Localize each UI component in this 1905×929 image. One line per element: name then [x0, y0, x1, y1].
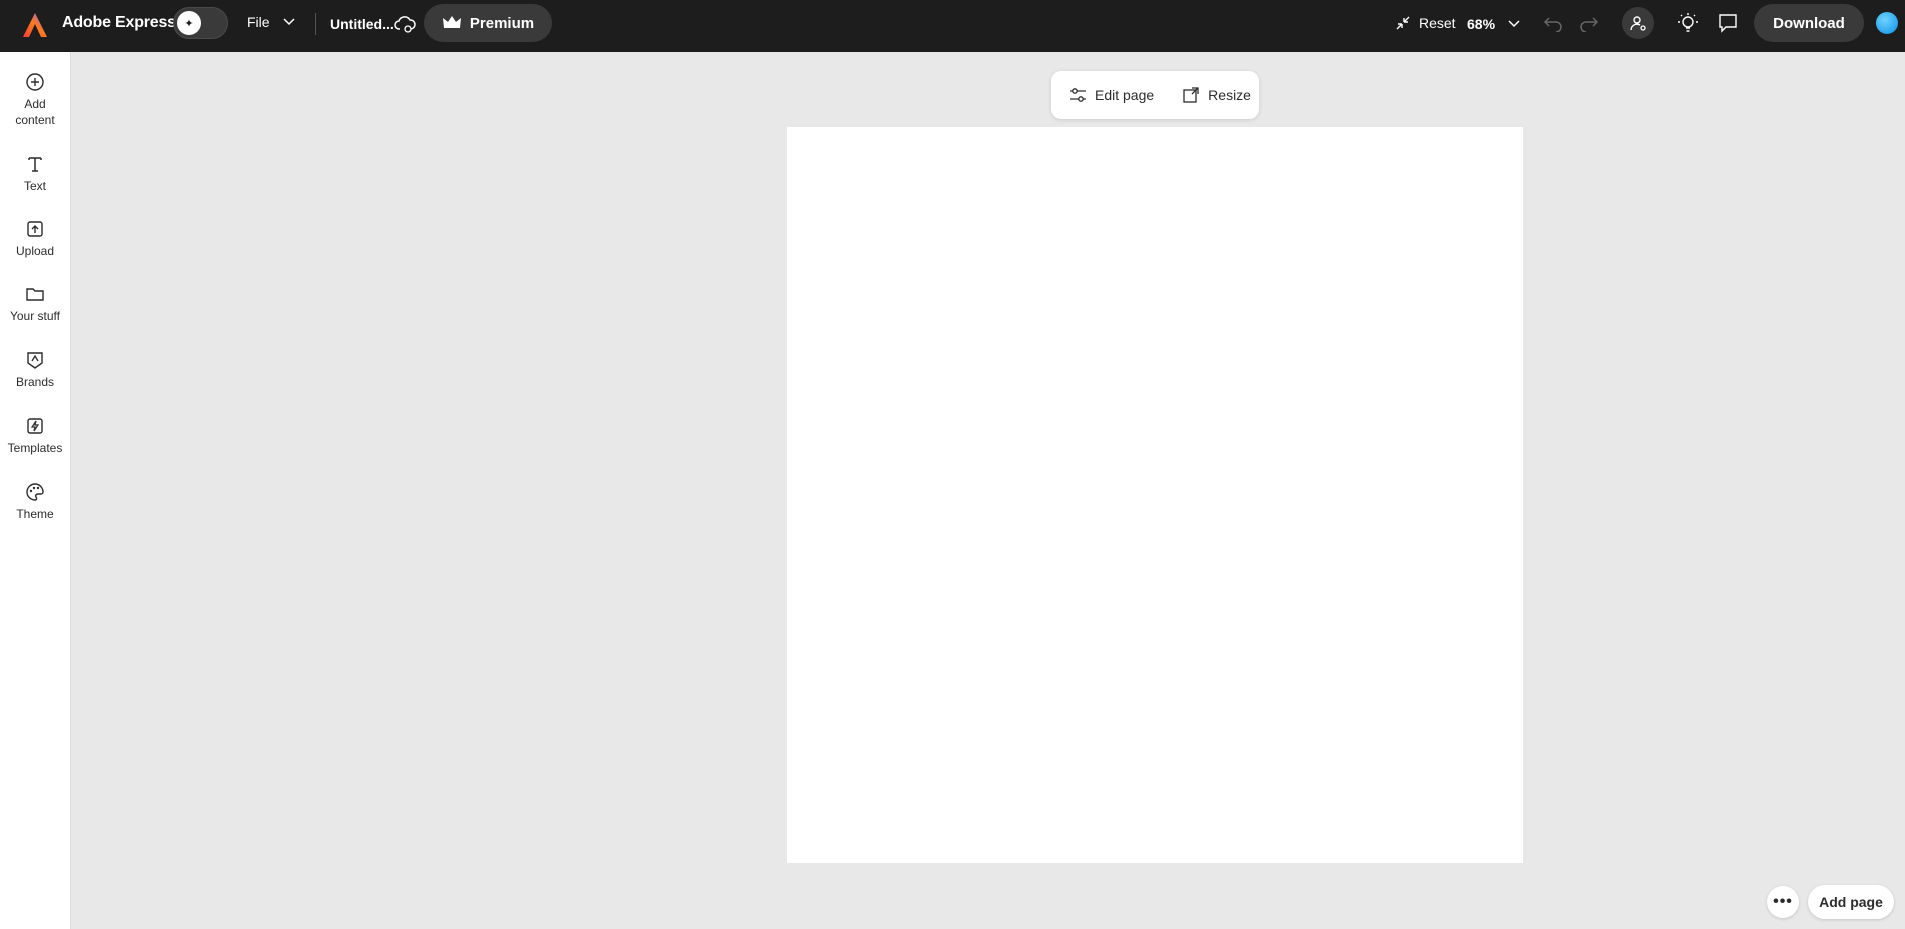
sidebar-item-label: content — [15, 113, 55, 127]
document-title[interactable]: Untitled... — [330, 16, 394, 32]
resize-icon — [1183, 87, 1199, 103]
resize-button[interactable]: Resize — [1182, 86, 1251, 104]
upload-icon — [27, 221, 43, 237]
adobe-express-logo-icon[interactable] — [22, 12, 48, 38]
sidebar-item-label: Brands — [15, 375, 55, 389]
left-rail: Add content Text Upload Your stuff Brand… — [0, 52, 71, 929]
palette-icon — [26, 483, 44, 501]
sidebar-item-theme[interactable]: Theme — [0, 482, 70, 522]
text-icon — [28, 157, 42, 172]
collapse-arrows-icon — [1396, 16, 1410, 30]
reset-label: Reset — [1419, 15, 1456, 31]
sidebar-item-brands[interactable]: Brands — [0, 350, 70, 390]
page-toolbar: Edit page Resize — [1051, 71, 1259, 119]
edit-page-button[interactable]: Edit page — [1069, 87, 1154, 103]
undo-icon[interactable] — [1543, 14, 1563, 32]
chevron-down-icon — [1508, 20, 1520, 28]
crown-icon — [442, 16, 461, 28]
file-menu-button[interactable]: File — [247, 14, 296, 30]
download-button[interactable]: Download — [1754, 4, 1864, 42]
sidebar-item-your-stuff[interactable]: Your stuff — [0, 284, 70, 324]
brand-icon — [27, 352, 43, 369]
top-bar: Adobe Express ✦ File Untitled... Premium… — [0, 0, 1905, 52]
zoom-dropdown[interactable]: 68% — [1467, 16, 1521, 32]
comment-icon[interactable] — [1717, 12, 1739, 34]
reset-zoom-button[interactable]: Reset — [1395, 15, 1456, 31]
sidebar-item-add-content[interactable]: Add content — [0, 72, 70, 128]
premium-button[interactable]: Premium — [424, 4, 552, 42]
sidebar-item-text[interactable]: Text — [0, 154, 70, 194]
canvas-page[interactable] — [787, 127, 1523, 863]
share-button[interactable] — [1622, 7, 1654, 39]
add-page-label: Add page — [1819, 894, 1883, 910]
sidebar-item-label: Add — [24, 97, 46, 111]
templates-icon — [27, 418, 43, 434]
sliders-icon — [1070, 88, 1086, 102]
premium-label: Premium — [469, 14, 535, 32]
divider — [315, 13, 316, 35]
sidebar-item-label: Templates — [7, 441, 63, 455]
sidebar-item-label: Your stuff — [9, 309, 61, 323]
zoom-value: 68% — [1467, 16, 1496, 32]
more-icon: ••• — [1773, 893, 1793, 910]
plus-circle-icon — [26, 73, 44, 91]
lightbulb-icon[interactable] — [1677, 12, 1699, 34]
resize-label: Resize — [1208, 87, 1251, 103]
avatar[interactable] — [1875, 11, 1899, 35]
chevron-down-icon — [283, 18, 295, 26]
sidebar-item-templates[interactable]: Templates — [0, 416, 70, 456]
sidebar-item-label: Text — [23, 179, 46, 193]
redo-icon[interactable] — [1579, 14, 1599, 32]
sidebar-item-upload[interactable]: Upload — [0, 219, 70, 259]
cloud-sync-icon[interactable] — [394, 14, 416, 34]
add-page-button[interactable]: Add page — [1808, 885, 1894, 919]
more-options-button[interactable]: ••• — [1767, 886, 1799, 918]
sidebar-item-label: Upload — [15, 244, 55, 258]
edit-page-label: Edit page — [1095, 87, 1155, 103]
theme-toggle[interactable]: ✦ — [173, 7, 228, 39]
app-name: Adobe Express — [62, 14, 176, 31]
file-menu-label: File — [247, 14, 270, 30]
folder-icon — [26, 288, 44, 301]
sidebar-item-label: Theme — [16, 507, 54, 521]
user-share-icon — [1630, 16, 1646, 31]
sparkle-icon: ✦ — [177, 11, 201, 35]
download-label: Download — [1773, 14, 1845, 32]
